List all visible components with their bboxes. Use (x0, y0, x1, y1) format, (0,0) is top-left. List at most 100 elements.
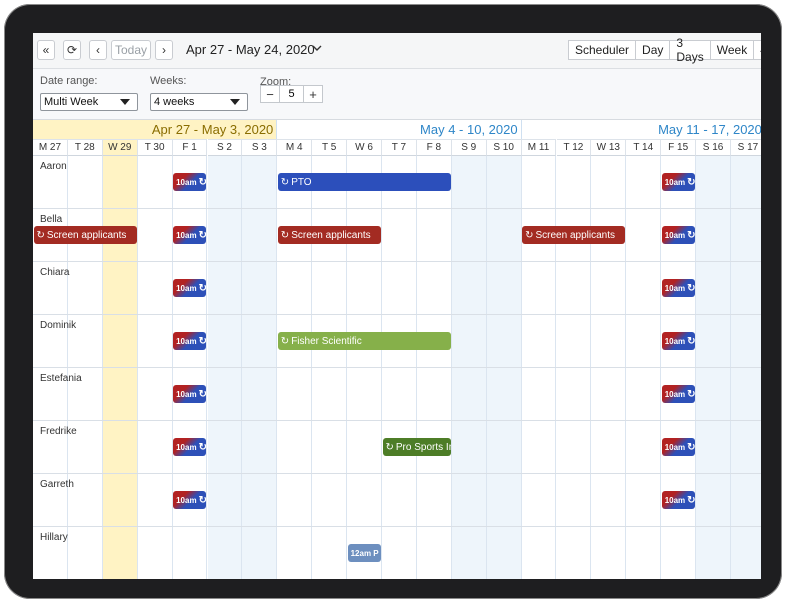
resource-name: Aaron (40, 161, 67, 172)
event-bar[interactable]: 10am ↻ (661, 279, 696, 297)
tablet-frame: « ⟳ ‹ Today › Apr 27 - May 24, 2020 Sche… (4, 4, 782, 599)
recurring-icon: ↻ (36, 229, 45, 241)
recurring-icon: ↻ (687, 176, 696, 188)
day-header: T 12 (556, 139, 592, 156)
recurring-icon: ↻ (525, 229, 534, 241)
day-header: S 3 (242, 139, 278, 156)
day-header: F 15 (661, 139, 697, 156)
event-label: PTO (291, 176, 312, 188)
date-range-title[interactable]: Apr 27 - May 24, 2020 (186, 42, 315, 57)
scheduler-screen: « ⟳ ‹ Today › Apr 27 - May 24, 2020 Sche… (33, 33, 761, 579)
recurring-icon: ↻ (198, 176, 207, 188)
view-scheduler[interactable]: Scheduler (568, 40, 636, 60)
view-4[interactable]: 4 (753, 40, 761, 60)
settings-bar: Date range: Multi Week Weeks: 4 weeks Zo… (33, 69, 761, 120)
event-time: 10am (176, 389, 197, 399)
day-header: M 4 (277, 139, 313, 156)
day-header: M 27 (33, 139, 68, 156)
dropdown-arrow-icon (230, 99, 240, 105)
recurring-icon: ↻ (687, 282, 696, 294)
event-bar[interactable]: ↻ Screen applicants (522, 226, 626, 244)
event-bar[interactable]: 10am ↻ (173, 491, 207, 509)
resource-row (33, 209, 761, 262)
recurring-icon: ↻ (385, 441, 394, 453)
today-button[interactable]: Today (111, 40, 151, 60)
event-label: Pro Sports In (395, 441, 451, 453)
weeks-label: Weeks: (150, 75, 187, 87)
event-bar[interactable]: 10am ↻ (661, 438, 696, 456)
day-header: W 13 (591, 139, 627, 156)
date-range-select[interactable]: Multi Week (40, 93, 138, 111)
week-header: May 4 - 10, 2020 (277, 120, 522, 139)
event-bar[interactable]: 10am ↻ (661, 332, 696, 350)
resource-row (33, 262, 761, 315)
view-day[interactable]: Day (635, 40, 670, 60)
recurring-icon: ↻ (687, 229, 696, 241)
event-bar[interactable]: 10am ↻ (173, 438, 207, 456)
view-switcher: Scheduler Day 3 Days Week 4 (568, 36, 761, 64)
zoom-out-button[interactable]: − (260, 85, 280, 103)
view-week[interactable]: Week (709, 40, 754, 60)
event-time: 10am (176, 177, 197, 187)
dropdown-arrow-icon (120, 99, 130, 105)
event-time: 10am (176, 283, 197, 293)
week-header: May 11 - 17, 2020 (522, 120, 761, 139)
recurring-icon: ↻ (687, 494, 696, 506)
recurring-icon: ↻ (280, 229, 290, 241)
zoom-in-button[interactable]: + (303, 85, 323, 103)
resource-name: Estefania (40, 373, 82, 384)
event-bar[interactable]: 10am ↻ (173, 173, 207, 191)
recurring-icon: ↻ (280, 176, 290, 188)
event-bar[interactable]: ↻ PTO (277, 173, 451, 191)
date-range-label: Date range: (40, 75, 98, 87)
event-time: 10am (176, 230, 197, 240)
first-page-button[interactable]: « (37, 40, 55, 60)
reload-button[interactable]: ⟳ (63, 40, 81, 60)
event-bar[interactable]: 10am ↻ (173, 279, 207, 297)
event-bar[interactable]: 10am ↻ (661, 226, 696, 244)
event-bar[interactable]: ↻ Fisher Scientific (277, 332, 451, 350)
day-header: S 2 (207, 139, 243, 156)
day-header: S 9 (451, 139, 487, 156)
day-header: S 16 (696, 139, 731, 156)
zoom-stepper: − 5 + (260, 85, 323, 103)
resource-name: Chiara (40, 267, 70, 278)
resource-row (33, 474, 761, 527)
day-header: S 17 (731, 139, 761, 156)
recurring-icon: ↻ (198, 335, 207, 347)
weeks-value: 4 weeks (154, 96, 195, 108)
event-bar[interactable]: 10am ↻ (173, 332, 207, 350)
day-header: T 30 (137, 139, 173, 156)
event-label: Fisher Scientific (291, 335, 362, 347)
event-bar[interactable]: 10am ↻ (173, 226, 207, 244)
resource-name: Fredrike (40, 426, 77, 437)
recurring-icon: ↻ (687, 388, 696, 400)
day-header: F 1 (172, 139, 208, 156)
event-bar[interactable]: 12am P (347, 544, 381, 562)
event-bar[interactable]: ↻ Pro Sports In (382, 438, 451, 456)
event-time: 10am (176, 442, 197, 452)
view-3-days[interactable]: 3 Days (669, 36, 710, 64)
event-bar[interactable]: ↻ Screen applicants (33, 226, 137, 244)
next-button[interactable]: › (155, 40, 173, 60)
event-bar[interactable]: ↻ Screen applicants (277, 226, 381, 244)
prev-button[interactable]: ‹ (89, 40, 107, 60)
event-bar[interactable]: 10am ↻ (661, 173, 696, 191)
recurring-icon: ↻ (687, 441, 696, 453)
event-time: 10am (664, 495, 686, 505)
zoom-value: 5 (280, 85, 303, 103)
recurring-icon: ↻ (687, 335, 696, 347)
resource-name: Hillary (40, 532, 68, 543)
event-label: 12am P (350, 548, 379, 558)
recurring-icon: ↻ (198, 494, 207, 506)
event-bar[interactable]: 10am ↻ (173, 385, 207, 403)
day-header: W 6 (347, 139, 382, 156)
event-bar[interactable]: 10am ↻ (661, 491, 696, 509)
day-header: T 28 (67, 139, 103, 156)
chevron-down-icon[interactable] (312, 43, 322, 53)
event-time: 10am (664, 336, 686, 346)
event-bar[interactable]: 10am ↻ (661, 385, 696, 403)
day-header: W 29 (102, 139, 138, 156)
recurring-icon: ↻ (198, 441, 207, 453)
weeks-select[interactable]: 4 weeks (150, 93, 248, 111)
